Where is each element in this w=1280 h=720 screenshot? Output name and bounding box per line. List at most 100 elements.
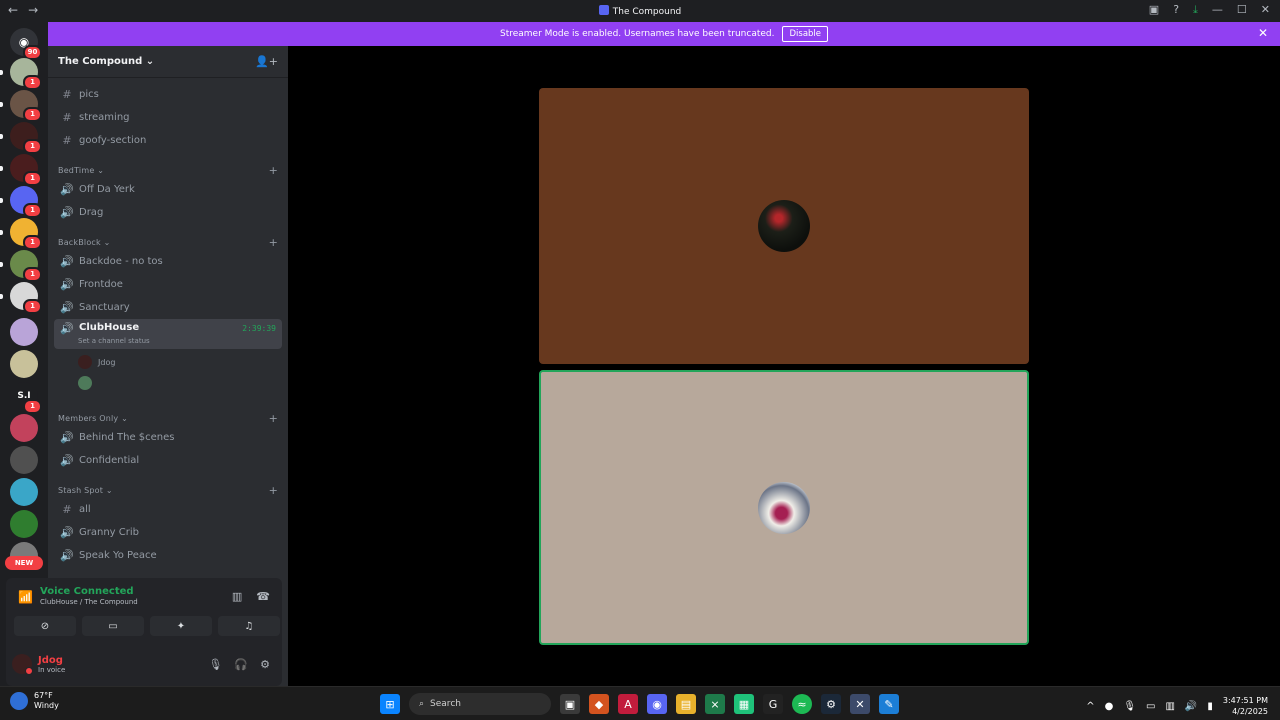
channel-confidential[interactable]: 🔊 Confidential xyxy=(54,450,282,470)
title-bar: ← → The Compound ▣ ? ⤓ — ☐ ✕ xyxy=(0,0,1280,22)
add-channel-icon[interactable]: + xyxy=(269,412,278,425)
voice-location[interactable]: ClubHouse / The Compound xyxy=(40,598,138,606)
channel-frontdoe[interactable]: 🔊 Frontdoe xyxy=(54,274,282,294)
network-icon[interactable]: ▥ xyxy=(1165,701,1174,712)
channel-off-da-yerk[interactable]: 🔊 Off Da Yerk xyxy=(54,179,282,199)
server-header[interactable]: The Compound ⌄ 👤+ xyxy=(48,46,288,78)
app-g-icon[interactable]: G xyxy=(763,694,783,714)
disable-button[interactable]: Disable xyxy=(782,26,829,42)
streamer-mode-banner: Streamer Mode is enabled. Usernames have… xyxy=(48,22,1280,46)
close-icon[interactable]: ✕ xyxy=(1258,26,1268,40)
task-view-icon[interactable]: ▣ xyxy=(560,694,580,714)
avatar[interactable] xyxy=(12,654,33,675)
user-info[interactable]: Jdog In voice xyxy=(38,655,65,674)
channel-goofy-section[interactable]: # goofy-section xyxy=(54,130,282,150)
activities-button[interactable]: ✦ xyxy=(150,616,212,636)
channel-drag[interactable]: 🔊 Drag xyxy=(54,202,282,222)
spotify-icon[interactable]: ≈ xyxy=(792,694,812,714)
category-bedtime[interactable]: BedTime ⌄ + xyxy=(58,163,278,177)
server-icon-2[interactable]: 1 xyxy=(0,90,42,122)
capcut-icon[interactable]: ✕ xyxy=(850,694,870,714)
server-icon-10[interactable] xyxy=(10,350,38,378)
xbox-icon[interactable]: ⨯ xyxy=(705,694,725,714)
channel-sanctuary[interactable]: 🔊 Sanctuary xyxy=(54,297,282,317)
display-icon[interactable]: ▭ xyxy=(1146,701,1155,712)
voice-user[interactable] xyxy=(78,374,92,392)
download-icon[interactable]: ⤓ xyxy=(1193,3,1198,17)
file-explorer-icon[interactable]: ▤ xyxy=(676,694,696,714)
server-icon-13[interactable] xyxy=(10,446,38,474)
start-icon[interactable]: ⊞ xyxy=(380,694,400,714)
soundboard-button[interactable]: ♫ xyxy=(218,616,280,636)
category-members-only[interactable]: Members Only ⌄ + xyxy=(58,411,278,425)
editor-icon[interactable]: ✎ xyxy=(879,694,899,714)
server-icon-3[interactable]: 1 xyxy=(0,122,42,154)
server-icon-5[interactable]: 1 xyxy=(0,186,42,218)
discord-icon[interactable]: ◉ xyxy=(647,694,667,714)
window-title: The Compound xyxy=(0,5,1280,17)
gear-icon[interactable]: ⚙ xyxy=(260,658,270,671)
category-stash-spot[interactable]: Stash Spot ⌄ + xyxy=(58,483,278,497)
steam-icon[interactable]: ⚙ xyxy=(821,694,841,714)
app-icon[interactable]: A xyxy=(618,694,638,714)
voice-stage xyxy=(288,46,1280,686)
weather-widget[interactable]: 67°F Windy xyxy=(10,691,59,711)
channel-pics[interactable]: # pics xyxy=(54,84,282,104)
mention-badge: 1 xyxy=(23,75,42,90)
disconnect-icon[interactable]: ☎ xyxy=(256,590,270,603)
server-icon-6[interactable]: 1 xyxy=(0,218,42,250)
channel-behind-the-scenes[interactable]: 🔊 Behind The $cenes xyxy=(54,427,282,447)
server-icon-1[interactable]: 1 xyxy=(0,58,42,90)
battery-icon[interactable]: ▮ xyxy=(1207,701,1213,712)
noise-suppression-icon[interactable]: ▥ xyxy=(232,590,242,603)
server-icon-8[interactable]: 1 xyxy=(0,282,42,314)
search-box[interactable]: ⌕ Search xyxy=(409,693,551,715)
channel-backdoe[interactable]: 🔊 Backdoe - no tos xyxy=(54,251,282,271)
volume-icon[interactable]: 🔊 xyxy=(1185,701,1197,712)
camera-off-button[interactable]: ⊘ xyxy=(14,616,76,636)
voice-user[interactable]: Jdog xyxy=(78,353,115,371)
server-icon-15[interactable] xyxy=(10,510,38,538)
home-button[interactable]: ◉ 90 xyxy=(10,28,42,60)
invite-icon[interactable]: 👤+ xyxy=(255,55,278,68)
add-channel-icon[interactable]: + xyxy=(269,164,278,177)
participant-tile-speaking[interactable] xyxy=(539,370,1029,645)
minimize-button[interactable]: — xyxy=(1212,3,1223,17)
speaker-icon: 🔊 xyxy=(60,300,74,314)
signal-icon[interactable]: 📶 xyxy=(18,590,33,604)
voice-status[interactable]: Voice Connected xyxy=(40,586,134,597)
clock[interactable]: 3:47:51 PM 4/2/2025 xyxy=(1223,695,1268,717)
chevron-up-icon[interactable]: ^ xyxy=(1086,701,1094,712)
headphones-icon[interactable]: 🎧 xyxy=(234,658,248,671)
channel-speak-yo-peace[interactable]: 🔊 Speak Yo Peace xyxy=(54,545,282,565)
tray-app-icon[interactable]: ● xyxy=(1105,701,1114,712)
server-icon-11[interactable]: S.I 1 xyxy=(10,382,42,414)
server-icon-4[interactable]: 1 xyxy=(0,154,42,186)
mention-badge: 1 xyxy=(23,399,42,414)
help-icon[interactable]: ? xyxy=(1173,3,1179,17)
channel-clubhouse[interactable]: 🔊 ClubHouse 2:39:39 Set a channel status xyxy=(54,319,282,349)
server-icon-12[interactable] xyxy=(10,414,38,442)
avatar xyxy=(758,200,810,252)
server-icon-7[interactable]: 1 xyxy=(0,250,42,282)
channel-streaming[interactable]: # streaming xyxy=(54,107,282,127)
screen-share-button[interactable]: ▭ xyxy=(82,616,144,636)
participant-tile[interactable] xyxy=(539,88,1029,364)
maximize-button[interactable]: ☐ xyxy=(1237,3,1247,17)
screen-share-icon[interactable]: ▣ xyxy=(1149,3,1159,17)
microphone-icon[interactable]: 🎙 xyxy=(1123,701,1136,712)
close-window-button[interactable]: ✕ xyxy=(1261,3,1270,17)
microphone-icon[interactable]: 🎙 xyxy=(208,658,222,671)
avatar xyxy=(758,481,810,534)
server-icon-14[interactable] xyxy=(10,478,38,506)
game-app-icon[interactable]: ▦ xyxy=(734,694,754,714)
voice-buttons: ⊘ ▭ ✦ ♫ xyxy=(14,616,280,636)
category-backblock[interactable]: BackBlock ⌄ + xyxy=(58,235,278,249)
channel-granny-crib[interactable]: 🔊 Granny Crib xyxy=(54,522,282,542)
brave-icon[interactable]: ◆ xyxy=(589,694,609,714)
channel-all[interactable]: # all xyxy=(54,499,282,519)
channel-status-prompt[interactable]: Set a channel status xyxy=(78,337,150,345)
add-channel-icon[interactable]: + xyxy=(269,484,278,497)
add-channel-icon[interactable]: + xyxy=(269,236,278,249)
server-icon-9[interactable] xyxy=(10,318,38,346)
